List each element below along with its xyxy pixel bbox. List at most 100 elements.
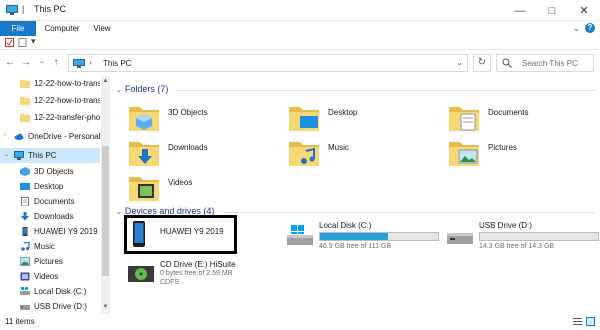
maximize-button[interactable]: □ [536, 0, 568, 21]
drive-usb-d[interactable]: USB Drive (D:) 14.3 GB free of 14.3 GB [447, 219, 600, 259]
this-pc-icon [73, 59, 85, 68]
folder-label: Desktop [328, 108, 358, 117]
breadcrumb[interactable]: This PC [103, 59, 131, 68]
sidebar-item-folder-1[interactable]: 12-22-how-to-transf [0, 76, 100, 91]
content-pane: ⌄ Folders (7) 3D Objects Desktop Document… [112, 76, 600, 314]
sidebar-item-label: Documents [34, 197, 75, 206]
sidebar-item-desktop[interactable]: Desktop [0, 179, 100, 194]
desktop-icon [20, 183, 30, 190]
recent-locations-icon[interactable]: ⌄ [36, 57, 48, 65]
folder-label: Pictures [488, 143, 517, 152]
properties-icon[interactable] [5, 38, 14, 47]
tab-view[interactable]: View [86, 21, 118, 36]
large-icons-view-icon[interactable] [586, 317, 595, 326]
drive-free-space: 0 bytes free of 2.59 MB [160, 270, 233, 277]
close-button[interactable]: ✕ [568, 0, 600, 21]
folder-label: 3D Objects [168, 108, 208, 117]
folder-label: Downloads [168, 143, 208, 152]
sidebar-item-downloads[interactable]: Downloads [0, 209, 100, 224]
phone-icon [22, 227, 28, 236]
documents-icon [21, 197, 29, 206]
this-pc-icon [6, 5, 18, 15]
sidebar-item-documents[interactable]: Documents [0, 194, 100, 209]
folder-desktop[interactable]: Desktop [288, 102, 438, 136]
address-dropdown-icon[interactable]: ⌄ [456, 58, 463, 67]
sidebar-item-videos[interactable]: Videos [0, 269, 100, 284]
refresh-button[interactable]: ↻ [473, 54, 491, 72]
sidebar-item-label: Downloads [34, 212, 74, 221]
quick-access-toolbar: ▾ [0, 36, 600, 50]
sidebar-item-music[interactable]: Music [0, 239, 100, 254]
collapse-ribbon-icon[interactable]: ⌄ [572, 23, 580, 34]
sidebar-item-label: Desktop [34, 182, 64, 191]
details-view-icon[interactable] [573, 317, 582, 326]
scrollbar-thumb[interactable] [102, 146, 109, 276]
folder-documents[interactable]: Documents [448, 102, 598, 136]
scroll-down-icon[interactable]: ▼ [101, 304, 110, 310]
scroll-up-icon[interactable]: ▲ [101, 78, 110, 84]
sidebar-item-folder-3[interactable]: 12-22-transfer-photo [0, 110, 100, 125]
sidebar-item-this-pc[interactable]: ⌄ This PC [0, 148, 100, 163]
sidebar-item-usb-drive[interactable]: USB Drive (D:) [0, 299, 100, 314]
pictures-folder-icon [449, 142, 479, 166]
sidebar-item-label: USB Drive (D:) [34, 302, 87, 311]
drive-free-space: 14.3 GB free of 14.3 GB [479, 243, 555, 250]
device-huawei-y9[interactable]: HUAWEI Y9 2019 [128, 219, 236, 259]
tab-computer[interactable]: Computer [40, 21, 84, 36]
navigation-bar: ← → ⌄ ↑ › This PC ⌄ ↻ Search This PC [0, 50, 600, 76]
sidebar-item-pictures[interactable]: Pictures [0, 254, 100, 269]
collapse-chevron-icon[interactable]: ⌄ [4, 151, 9, 158]
local-disk-icon [20, 287, 30, 295]
sidebar-item-3d-objects[interactable]: 3D Objects [0, 164, 100, 179]
new-folder-icon[interactable] [18, 38, 27, 47]
up-icon[interactable]: ↑ [50, 57, 62, 68]
tab-file[interactable]: File [0, 21, 36, 36]
this-pc-icon [14, 151, 24, 160]
forward-icon[interactable]: → [20, 57, 32, 68]
folder-videos[interactable]: Videos [128, 172, 278, 206]
folder-label: Documents [488, 108, 529, 117]
local-disk-icon [287, 225, 313, 245]
device-name: HUAWEI Y9 2019 [160, 227, 224, 236]
3d-objects-folder-icon [129, 107, 159, 131]
address-bar[interactable]: › This PC ⌄ [68, 54, 468, 72]
group-divider [176, 90, 596, 91]
sidebar-item-local-disk[interactable]: Local Disk (C:) [0, 284, 100, 299]
drive-local-disk-c[interactable]: Local Disk (C:) 46.9 GB free of 111 GB [287, 219, 447, 259]
group-collapse-icon[interactable]: ⌄ [116, 87, 122, 94]
cd-drive-icon [128, 266, 154, 282]
minimize-button[interactable]: — [504, 0, 536, 21]
folder-pictures[interactable]: Pictures [448, 137, 598, 171]
folders-group-header[interactable]: ⌄ Folders (7) [116, 84, 168, 94]
customize-toolbar-icon[interactable]: ▾ [31, 36, 36, 47]
folder-downloads[interactable]: Downloads [128, 137, 278, 171]
folder-3d-objects[interactable]: 3D Objects [128, 102, 278, 136]
phone-icon [133, 221, 145, 247]
help-icon[interactable]: ? [585, 23, 595, 33]
title-separator: | [22, 4, 25, 14]
navigation-pane: 12-22-how-to-transf 12-22-how-to-transf … [0, 76, 110, 314]
expand-chevron-icon[interactable]: › [4, 132, 6, 138]
breadcrumb-separator-icon[interactable]: › [89, 58, 92, 67]
sidebar-item-label: Music [34, 242, 55, 251]
search-input[interactable]: Search This PC [496, 54, 594, 72]
group-collapse-icon[interactable]: ⌄ [116, 209, 122, 216]
back-icon[interactable]: ← [4, 57, 16, 68]
search-icon [502, 58, 512, 68]
drive-name: USB Drive (D:) [479, 221, 532, 230]
ribbon-tabs: File Computer View ⌄ ? [0, 21, 600, 36]
sidebar-item-huawei[interactable]: HUAWEI Y9 2019 [0, 224, 100, 239]
videos-icon [20, 272, 30, 281]
sidebar-item-onedrive[interactable]: › OneDrive - Personal [0, 129, 100, 144]
folder-music[interactable]: Music [288, 137, 438, 171]
status-bar: 11 items [0, 314, 600, 330]
sidebar-item-label: 12-22-how-to-transf [34, 79, 100, 88]
folder-label: Videos [168, 178, 193, 187]
sidebar-scrollbar[interactable]: ▲ ▼ [101, 76, 110, 314]
downloads-icon [21, 212, 29, 221]
sidebar-item-label: 3D Objects [34, 167, 74, 176]
desktop-folder-icon [289, 107, 319, 131]
drive-cd-e-hisuite[interactable]: CD Drive (E:) HiSuite 0 bytes free of 2.… [128, 258, 288, 298]
sidebar-item-label: Local Disk (C:) [34, 287, 87, 296]
sidebar-item-folder-2[interactable]: 12-22-how-to-transf [0, 93, 100, 108]
